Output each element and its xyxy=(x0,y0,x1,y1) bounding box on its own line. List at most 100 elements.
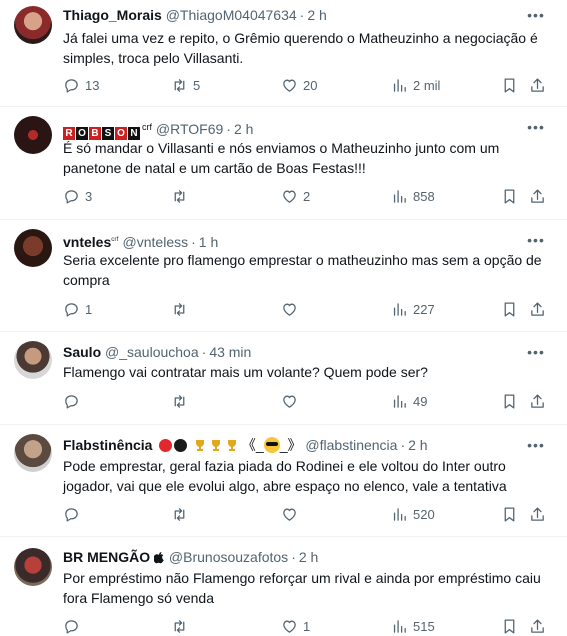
retweet-button[interactable] xyxy=(171,299,193,319)
avatar[interactable] xyxy=(14,6,52,44)
separator: · xyxy=(201,344,207,360)
view-count: 858 xyxy=(413,188,435,204)
views-button[interactable]: 858 xyxy=(391,186,435,206)
avatar[interactable] xyxy=(14,229,52,267)
tweet-header: vntelesᶜʳᶠ @vnteless · 1 h xyxy=(63,231,218,250)
separator: · xyxy=(400,437,406,453)
timestamp[interactable]: 1 h xyxy=(199,234,218,250)
heart-icon xyxy=(283,395,296,408)
more-options-icon[interactable]: ••• xyxy=(527,8,545,28)
avatar[interactable] xyxy=(14,341,52,379)
user-handle[interactable]: @vnteless xyxy=(123,234,189,250)
avatar[interactable] xyxy=(14,434,52,472)
timestamp[interactable]: 2 h xyxy=(234,121,253,137)
name-suffix: crf xyxy=(142,122,152,132)
heart-icon xyxy=(283,79,296,92)
share-button[interactable] xyxy=(529,504,546,524)
bookmark-button[interactable] xyxy=(501,75,518,95)
tweet[interactable]: vntelesᶜʳᶠ @vnteless · 1 h ••• Seria excel… xyxy=(0,219,567,332)
tweet-header: Saulo @_saulouchoa · 43 min xyxy=(63,343,251,361)
reply-button[interactable] xyxy=(63,391,85,411)
bookmark-icon xyxy=(504,188,515,204)
reply-button[interactable]: 13 xyxy=(63,75,99,95)
retweet-button[interactable] xyxy=(171,391,193,411)
heart-icon xyxy=(283,303,296,316)
bookmark-button[interactable] xyxy=(501,504,518,524)
views-button[interactable]: 49 xyxy=(391,391,427,411)
display-name[interactable]: Saulo xyxy=(63,344,101,360)
bookmark-button[interactable] xyxy=(501,299,518,319)
tweet-text: Já falei uma vez e repito, o Grêmio quer… xyxy=(63,30,538,66)
trophy-icon xyxy=(228,440,237,451)
timestamp[interactable]: 2 h xyxy=(307,7,326,23)
like-button[interactable]: 20 xyxy=(281,75,317,95)
reply-button[interactable] xyxy=(63,504,85,524)
tweet[interactable]: Thiago_Morais @ThiagoM04047634 · 2 h ••• J… xyxy=(0,0,567,107)
separator: · xyxy=(191,234,196,250)
tweet-header: Thiago_Morais @ThiagoM04047634 · 2 h xyxy=(63,6,327,24)
retweet-button[interactable] xyxy=(171,616,193,636)
share-button[interactable] xyxy=(529,299,546,319)
views-button[interactable]: 520 xyxy=(391,504,435,524)
black-circle-icon xyxy=(174,439,188,452)
display-name[interactable]: vnteles xyxy=(63,234,111,250)
view-count: 520 xyxy=(413,506,435,522)
share-button[interactable] xyxy=(529,186,546,206)
reply-icon xyxy=(65,302,78,317)
tweet[interactable]: ROBSON crf @RTOF69 · 2 h ••• É só mandar o… xyxy=(0,106,567,220)
share-button[interactable] xyxy=(529,391,546,411)
tweet-actions: 13 5 20 2 mil xyxy=(63,75,547,95)
tweet-header: BR MENGÃO @Brunosouzafotos · 2 h xyxy=(63,548,318,566)
tweet-text: Pode emprestar, geral fazia piada do Rod… xyxy=(63,458,507,494)
views-button[interactable]: 227 xyxy=(391,299,435,319)
avatar[interactable] xyxy=(14,548,52,586)
retweet-button[interactable] xyxy=(171,186,193,206)
display-name[interactable]: Flabstinência xyxy=(63,437,152,453)
bookmark-icon xyxy=(504,618,515,634)
timestamp[interactable]: 43 min xyxy=(209,344,251,360)
views-button[interactable]: 515 xyxy=(391,616,435,636)
tweet-text: É só mandar o Villasanti e nós enviamos … xyxy=(63,140,500,176)
retweet-button[interactable] xyxy=(171,504,193,524)
like-button[interactable] xyxy=(281,299,303,319)
view-count: 49 xyxy=(413,393,428,409)
views-icon xyxy=(393,619,406,633)
tweet-actions: 1 227 xyxy=(63,299,547,319)
separator: · xyxy=(226,121,231,137)
display-name[interactable]: BR MENGÃO xyxy=(63,549,150,565)
tweet[interactable]: Flabstinência 《_ _》 @flabstinencia · 2 h ••… xyxy=(0,424,567,537)
bookmark-button[interactable] xyxy=(501,616,518,636)
user-handle[interactable]: @flabstinencia xyxy=(305,437,397,453)
view-count: 2 mil xyxy=(413,77,441,93)
tweet-text: Seria excelente pro flamengo emprestar o… xyxy=(63,252,542,288)
views-icon xyxy=(393,507,406,521)
user-handle[interactable]: @_saulouchoa xyxy=(105,344,199,360)
name-decoration: 《_ xyxy=(241,437,264,453)
reply-icon xyxy=(65,394,78,409)
reply-button[interactable]: 1 xyxy=(63,299,92,319)
display-name[interactable]: Thiago_Morais xyxy=(63,7,162,23)
bookmark-button[interactable] xyxy=(501,391,518,411)
share-button[interactable] xyxy=(529,616,546,636)
timestamp[interactable]: 2 h xyxy=(408,437,427,453)
user-handle[interactable]: @Brunosouzafotos xyxy=(169,549,288,565)
bookmark-button[interactable] xyxy=(501,186,518,206)
like-button[interactable]: 1 xyxy=(281,616,310,636)
reply-button[interactable]: 3 xyxy=(63,186,92,206)
tweet[interactable]: BR MENGÃO @Brunosouzafotos · 2 h Por empré… xyxy=(0,536,567,634)
share-icon xyxy=(531,301,544,316)
retweet-icon xyxy=(174,302,185,316)
share-button[interactable] xyxy=(529,75,546,95)
like-button[interactable]: 2 xyxy=(281,186,310,206)
like-button[interactable] xyxy=(281,391,303,411)
tweet[interactable]: Saulo @_saulouchoa · 43 min ••• Flamengo v… xyxy=(0,331,567,425)
like-button[interactable] xyxy=(281,504,303,524)
user-handle[interactable]: @ThiagoM04047634 xyxy=(166,7,297,23)
views-button[interactable]: 2 mil xyxy=(391,75,440,95)
reply-button[interactable] xyxy=(63,616,85,636)
timestamp[interactable]: 2 h xyxy=(299,549,318,565)
user-handle[interactable]: @RTOF69 xyxy=(156,121,223,137)
retweet-button[interactable]: 5 xyxy=(171,75,200,95)
reply-icon xyxy=(65,78,78,93)
avatar[interactable] xyxy=(14,116,52,154)
